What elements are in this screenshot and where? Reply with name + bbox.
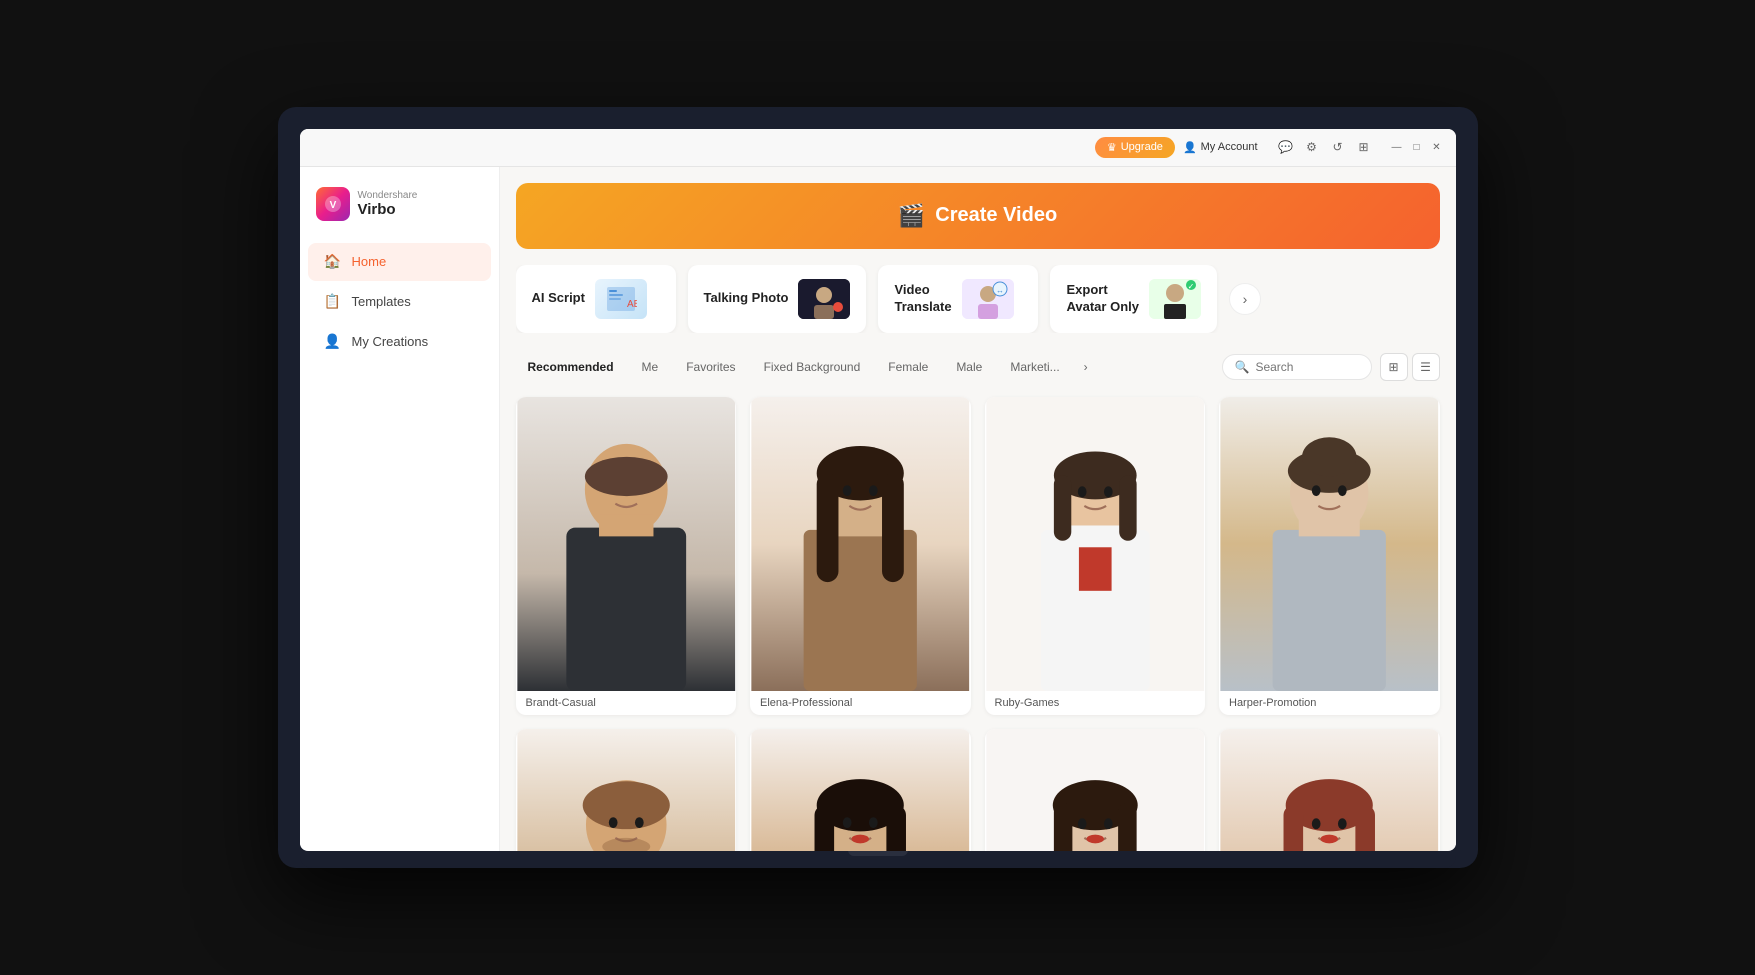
upgrade-button[interactable]: ♛ Upgrade (1095, 137, 1175, 158)
nav-home-label: Home (352, 254, 387, 269)
avatar-name-brandt: Brandt-Casual (516, 691, 737, 715)
filter-tab-favorites[interactable]: Favorites (674, 355, 747, 379)
minimize-button[interactable]: — (1390, 140, 1404, 154)
avatar-img-5 (516, 729, 737, 852)
export-avatar-label: ExportAvatar Only (1066, 282, 1139, 316)
logo-icon: V (316, 187, 350, 221)
avatar-img-7 (985, 729, 1206, 852)
settings-icon[interactable]: ⚙ (1304, 139, 1320, 155)
message-icon[interactable]: 💬 (1278, 139, 1294, 155)
search-input[interactable] (1255, 360, 1355, 374)
search-box: 🔍 (1222, 354, 1372, 380)
grid-view-button[interactable]: ⊞ (1380, 353, 1408, 381)
filter-tabs: Recommended Me Favorites Fixed Backgroun… (516, 355, 1222, 379)
maximize-button[interactable]: □ (1410, 140, 1424, 154)
filter-tab-female[interactable]: Female (876, 355, 940, 379)
window-controls: — □ ✕ (1390, 140, 1444, 154)
filter-tab-me[interactable]: Me (630, 355, 671, 379)
sidebar-item-my-creations[interactable]: 👤 My Creations (308, 323, 491, 361)
chevron-right-icon: › (1243, 291, 1248, 307)
export-avatar-thumb: ✓ (1149, 279, 1201, 319)
logo-area: V Wondershare Virbo (300, 177, 499, 241)
avatar-card-5[interactable] (516, 729, 737, 852)
feature-card-ai-script[interactable]: AI Script ABC (516, 265, 676, 333)
feature-cards-next-button[interactable]: › (1229, 283, 1261, 315)
laptop-base (300, 850, 1456, 868)
filter-tab-male[interactable]: Male (944, 355, 994, 379)
list-view-button[interactable]: ☰ (1412, 353, 1440, 381)
create-video-label: Create Video (935, 204, 1057, 227)
grid-icon[interactable]: ⊞ (1356, 139, 1372, 155)
upgrade-label: Upgrade (1121, 141, 1163, 153)
screen: ♛ Upgrade 👤 My Account 💬 ⚙ ↺ ⊞ — □ ✕ (300, 129, 1456, 852)
creations-icon: 👤 (324, 333, 342, 351)
svg-text:ABC: ABC (627, 299, 637, 310)
main-content: 🎬 Create Video AI Script (500, 167, 1456, 852)
nav-creations-label: My Creations (352, 334, 429, 349)
svg-text:✓: ✓ (1188, 282, 1195, 291)
filter-tab-marketing[interactable]: Marketi... (998, 355, 1071, 379)
ai-script-thumb: ABC (595, 279, 647, 319)
avatar-img-elena (750, 397, 971, 691)
feature-card-video-translate[interactable]: VideoTranslate ↔ (878, 265, 1038, 333)
create-video-button[interactable]: 🎬 Create Video (516, 183, 1440, 249)
view-toggle-buttons: ⊞ ☰ (1380, 353, 1440, 381)
app-body: V Wondershare Virbo 🏠 Home 📋 Templates (300, 167, 1456, 852)
refresh-icon[interactable]: ↺ (1330, 139, 1346, 155)
chevron-right-icon-filter: › (1084, 360, 1088, 374)
avatar-card-8[interactable] (1219, 729, 1440, 852)
avatar-card-6[interactable] (750, 729, 971, 852)
crown-icon: ♛ (1107, 141, 1117, 154)
laptop-frame: ♛ Upgrade 👤 My Account 💬 ⚙ ↺ ⊞ — □ ✕ (278, 107, 1478, 869)
avatar-card-7[interactable] (985, 729, 1206, 852)
titlebar-icon-group: 💬 ⚙ ↺ ⊞ (1278, 139, 1372, 155)
sidebar-item-home[interactable]: 🏠 Home (308, 243, 491, 281)
sidebar-item-templates[interactable]: 📋 Templates (308, 283, 491, 321)
search-icon: 🔍 (1235, 360, 1250, 374)
talking-photo-thumb (798, 279, 850, 319)
avatar-img-harper (1219, 397, 1440, 691)
avatar-name-elena: Elena-Professional (750, 691, 971, 715)
video-translate-label: VideoTranslate (894, 282, 951, 316)
logo-brand: Wondershare (358, 190, 418, 201)
titlebar-actions: ♛ Upgrade 👤 My Account 💬 ⚙ ↺ ⊞ — □ ✕ (1095, 137, 1444, 158)
filter-tab-fixed-background[interactable]: Fixed Background (752, 355, 873, 379)
video-translate-thumb: ↔ (962, 279, 1014, 319)
feature-card-talking-photo[interactable]: Talking Photo (688, 265, 867, 333)
feature-cards-row: AI Script ABC (516, 265, 1440, 333)
avatar-card-harper[interactable]: Harper-Promotion (1219, 397, 1440, 715)
logo-product: Virbo (358, 201, 418, 218)
nav-templates-label: Templates (352, 294, 411, 309)
avatar-img-brandt (516, 397, 737, 691)
talking-photo-label: Talking Photo (704, 290, 789, 307)
avatar-img-8 (1219, 729, 1440, 852)
feature-card-export-avatar[interactable]: ExportAvatar Only ✓ (1050, 265, 1217, 333)
titlebar: ♛ Upgrade 👤 My Account 💬 ⚙ ↺ ⊞ — □ ✕ (300, 129, 1456, 167)
filter-tab-recommended[interactable]: Recommended (516, 355, 626, 379)
avatar-img-6 (750, 729, 971, 852)
templates-icon: 📋 (324, 293, 342, 311)
logo-text: Wondershare Virbo (358, 190, 418, 218)
ai-script-label: AI Script (532, 290, 585, 307)
account-icon: 👤 (1183, 141, 1197, 154)
avatar-name-ruby: Ruby-Games (985, 691, 1206, 715)
avatar-card-ruby[interactable]: Ruby-Games (985, 397, 1206, 715)
my-account-label: My Account (1201, 141, 1258, 153)
avatar-card-elena[interactable]: Elena-Professional (750, 397, 971, 715)
filter-more-button[interactable]: › (1076, 355, 1096, 379)
avatar-img-ruby (985, 397, 1206, 691)
svg-text:V: V (329, 200, 336, 211)
avatar-card-brandt[interactable]: Brandt-Casual (516, 397, 737, 715)
filter-bar: Recommended Me Favorites Fixed Backgroun… (516, 353, 1440, 381)
close-button[interactable]: ✕ (1430, 140, 1444, 154)
home-icon: 🏠 (324, 253, 342, 271)
create-video-icon: 🎬 (898, 203, 925, 229)
avatar-name-harper: Harper-Promotion (1219, 691, 1440, 715)
sidebar: V Wondershare Virbo 🏠 Home 📋 Templates (300, 167, 500, 852)
my-account-button[interactable]: 👤 My Account (1183, 141, 1258, 154)
avatar-grid: Brandt-Casual (516, 397, 1440, 852)
svg-text:↔: ↔ (996, 286, 1004, 295)
